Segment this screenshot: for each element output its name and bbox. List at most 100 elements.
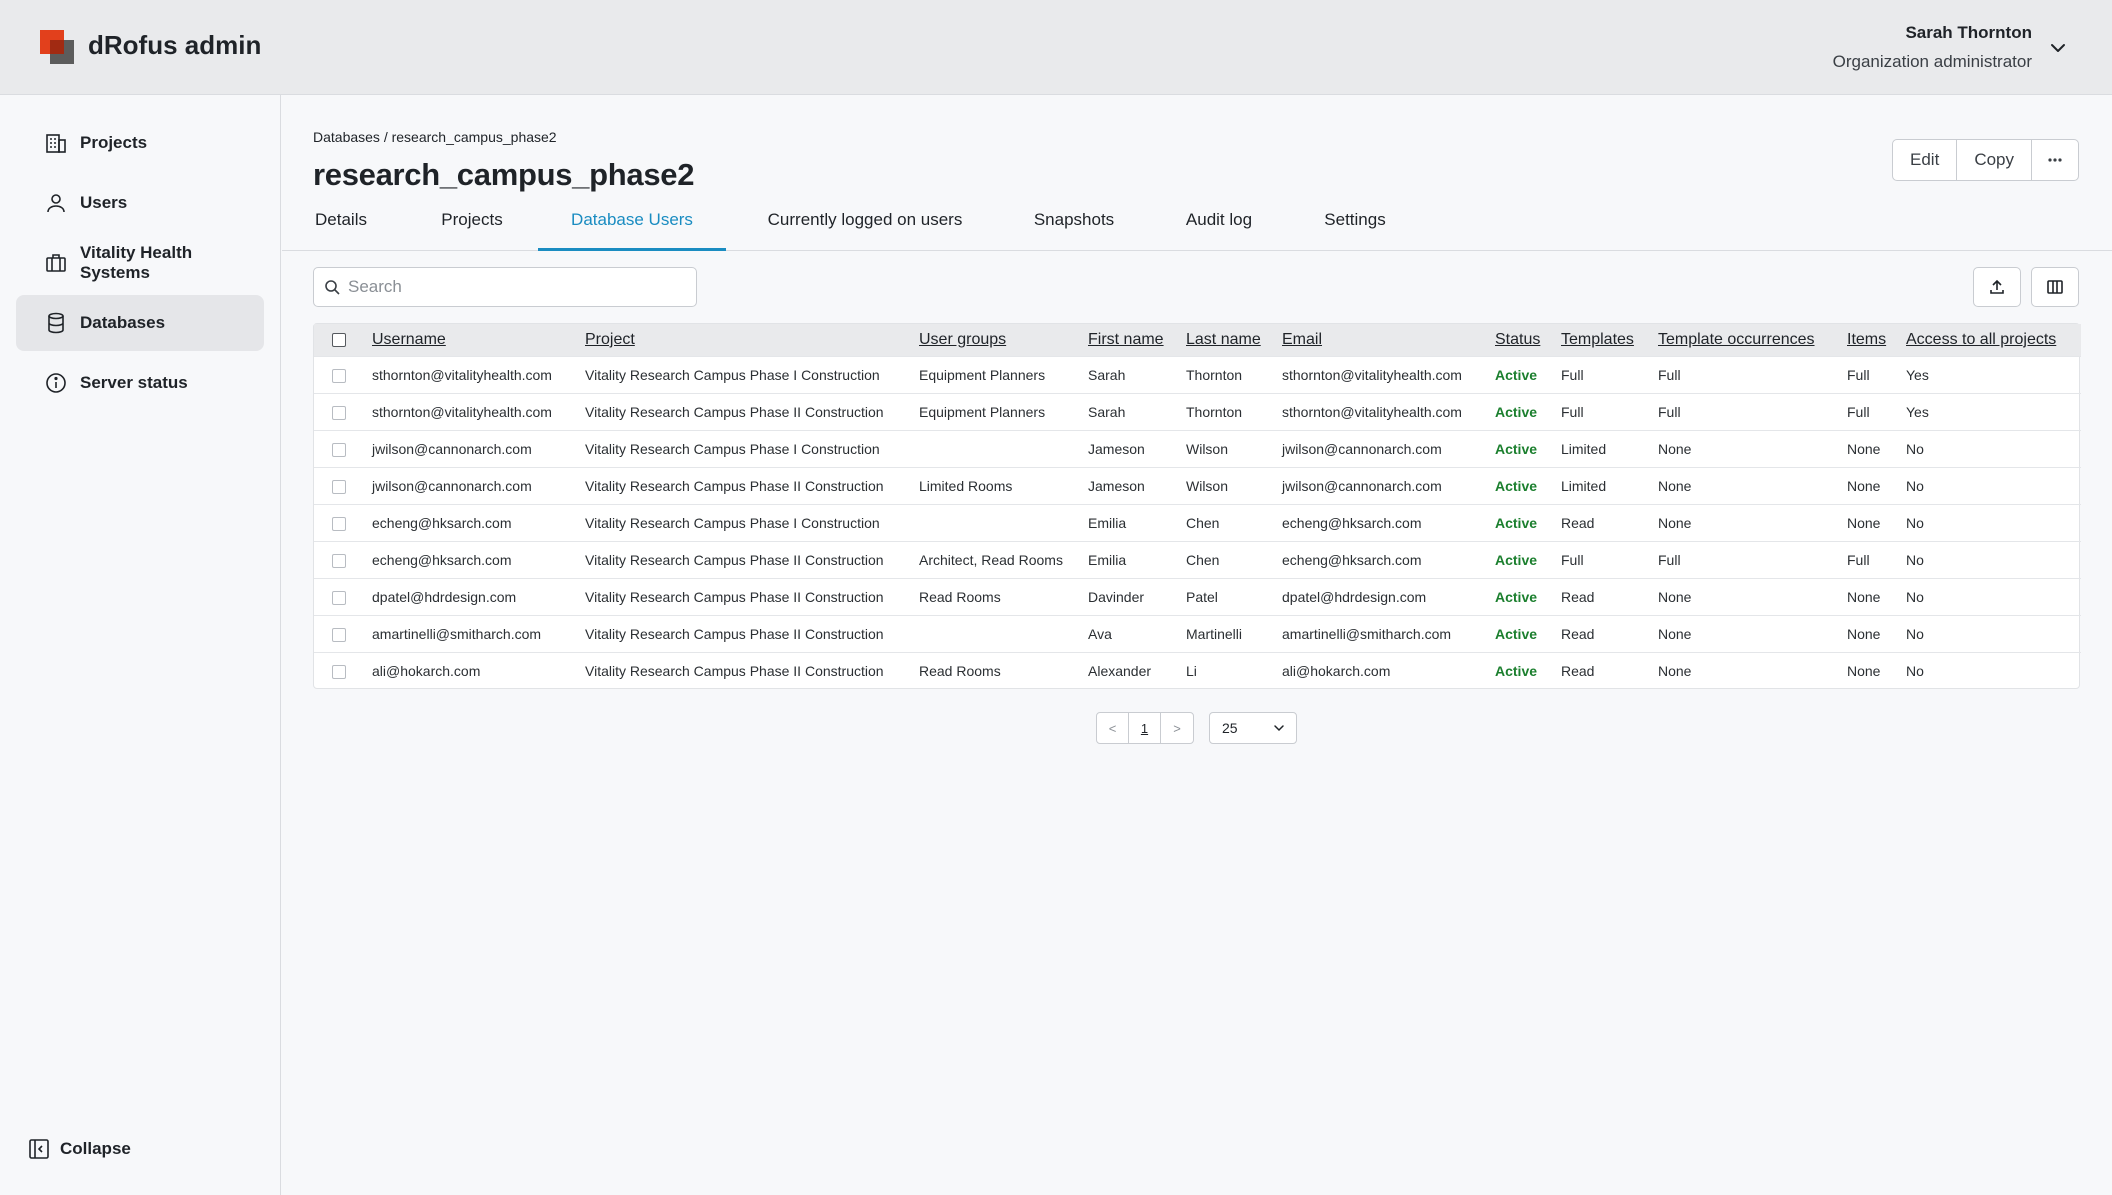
cell-username: dpatel@hdrdesign.com — [372, 588, 517, 605]
column-header-access-to-all-projects[interactable]: Access to all projects — [1898, 324, 2081, 356]
row-checkbox[interactable] — [332, 516, 346, 531]
row-checkbox[interactable] — [332, 368, 346, 383]
prev-page-button[interactable]: < — [1097, 713, 1129, 743]
cell-project: Vitality Research Campus Phase II Constr… — [585, 588, 884, 605]
page-size-select[interactable]: 25 — [1209, 712, 1297, 744]
table-row[interactable]: amartinelli@smitharch.com Vitality Resear… — [314, 615, 2081, 652]
breadcrumb[interactable]: Databases / research_campus_phase2 — [313, 129, 557, 145]
cell-items: None — [1847, 662, 1881, 679]
search-box[interactable] — [313, 267, 697, 307]
column-header-template-occurrences[interactable]: Template occurrences — [1650, 324, 1839, 356]
row-checkbox-cell — [314, 504, 364, 541]
row-checkbox[interactable] — [332, 442, 346, 457]
copy-button[interactable]: Copy — [1957, 140, 2032, 180]
cell-items: None — [1847, 588, 1881, 605]
column-header-items[interactable]: Items — [1839, 324, 1898, 356]
table-row[interactable]: sthornton@vitalityhealth.com Vitality Res… — [314, 356, 2081, 393]
sidebar-item-server-status[interactable]: Server status — [16, 355, 264, 411]
sidebar-item-label: Server status — [80, 373, 188, 392]
tab-currently-logged-on-users[interactable]: Currently logged on users — [763, 211, 967, 251]
briefcase-icon — [46, 254, 66, 272]
user-name[interactable]: Sarah Thornton — [1905, 23, 2032, 43]
export-button[interactable] — [1973, 267, 2021, 307]
cell-last-name: Wilson — [1186, 440, 1229, 457]
column-header-project[interactable]: Project — [577, 324, 911, 356]
cell-project: Vitality Research Campus Phase II Constr… — [585, 625, 884, 642]
row-checkbox[interactable] — [332, 590, 346, 605]
cell-template-occurrences: None — [1658, 440, 1692, 457]
cell-user-groups: Equipment Planners — [919, 366, 1046, 383]
sidebar-item-projects[interactable]: Projects — [16, 115, 264, 171]
cell-template-occurrences: None — [1658, 477, 1692, 494]
cell-template-occurrences: None — [1658, 588, 1692, 605]
sidebar-item-databases[interactable]: Databases — [16, 295, 264, 351]
cell-template-occurrences: Full — [1658, 366, 1681, 383]
cell-status: Active — [1495, 440, 1538, 457]
row-checkbox[interactable] — [332, 627, 346, 642]
cell-template-occurrences: None — [1658, 662, 1692, 679]
cell-username: echeng@hksarch.com — [372, 551, 512, 568]
cell-items: Full — [1847, 551, 1870, 568]
page-1-button[interactable]: 1 — [1129, 713, 1161, 743]
tab-details[interactable]: Details — [313, 211, 369, 251]
cell-items: None — [1847, 514, 1881, 531]
cell-status: Active — [1495, 403, 1538, 420]
cell-first-name: Alexander — [1088, 662, 1152, 679]
row-checkbox[interactable] — [332, 553, 346, 568]
cell-first-name: Ava — [1088, 625, 1112, 642]
cell-email: ali@hokarch.com — [1282, 662, 1391, 679]
edit-button[interactable]: Edit — [1893, 140, 1958, 180]
column-header-last-name[interactable]: Last name — [1178, 324, 1274, 356]
tab-settings[interactable]: Settings — [1322, 211, 1388, 251]
collapse-button[interactable]: Collapse — [28, 1138, 131, 1160]
sidebar-item-organization[interactable]: Vitality Health Systems — [16, 235, 264, 291]
sidebar-item-users[interactable]: Users — [16, 175, 264, 231]
tab-snapshots[interactable]: Snapshots — [1032, 211, 1116, 251]
column-header-user-groups[interactable]: User groups — [911, 324, 1080, 356]
row-checkbox[interactable] — [332, 405, 346, 420]
row-checkbox[interactable] — [332, 664, 346, 679]
cell-status: Active — [1495, 625, 1538, 642]
tab-database-users[interactable]: Database Users — [538, 211, 726, 251]
next-page-button[interactable]: > — [1161, 713, 1193, 743]
table-row[interactable]: jwilson@cannonarch.com Vitality Research … — [314, 467, 2081, 504]
more-options-button[interactable] — [2032, 140, 2078, 180]
tab-audit-log[interactable]: Audit log — [1182, 211, 1256, 251]
row-checkbox[interactable] — [332, 479, 346, 494]
column-header-email[interactable]: Email — [1274, 324, 1487, 356]
column-header-templates[interactable]: Templates — [1553, 324, 1650, 356]
cell-first-name: Emilia — [1088, 514, 1127, 531]
cell-username: jwilson@cannonarch.com — [372, 440, 532, 457]
cell-templates: Read — [1561, 625, 1595, 642]
tab-projects[interactable]: Projects — [437, 211, 507, 251]
row-checkbox-cell — [314, 393, 364, 430]
row-checkbox-cell — [314, 578, 364, 615]
table-row[interactable]: sthornton@vitalityhealth.com Vitality Res… — [314, 393, 2081, 430]
cell-access-to-all-projects: No — [1906, 514, 1924, 531]
table-row[interactable]: echeng@hksarch.com Vitality Research Camp… — [314, 504, 2081, 541]
cell-first-name: Davinder — [1088, 588, 1145, 605]
cell-user-groups: Read Rooms — [919, 588, 1001, 605]
cell-items: Full — [1847, 366, 1870, 383]
cell-project: Vitality Research Campus Phase II Constr… — [585, 477, 884, 494]
table-row[interactable]: ali@hokarch.com Vitality Research Campus … — [314, 652, 2081, 689]
collapse-sidebar-icon — [29, 1139, 49, 1159]
cell-access-to-all-projects: Yes — [1906, 403, 1929, 420]
sidebar-item-label: Databases — [80, 313, 166, 332]
cell-last-name: Thornton — [1186, 403, 1243, 420]
column-header-status[interactable]: Status — [1487, 324, 1553, 356]
table-row[interactable]: dpatel@hdrdesign.com Vitality Research Ca… — [314, 578, 2081, 615]
cell-last-name: Martinelli — [1186, 625, 1243, 642]
search-input[interactable] — [348, 277, 678, 297]
chevron-down-icon[interactable] — [2048, 38, 2068, 58]
table-row[interactable]: echeng@hksarch.com Vitality Research Camp… — [314, 541, 2081, 578]
action-group: Edit Copy — [1892, 139, 2079, 181]
cell-last-name: Li — [1186, 662, 1197, 679]
table-row[interactable]: jwilson@cannonarch.com Vitality Research … — [314, 430, 2081, 467]
select-all-checkbox[interactable] — [332, 332, 346, 347]
column-header-first-name[interactable]: First name — [1080, 324, 1178, 356]
column-settings-button[interactable] — [2031, 267, 2079, 307]
page-size-value: 25 — [1222, 720, 1238, 736]
sidebar-item-label: Vitality Health Systems — [80, 243, 193, 282]
column-header-username[interactable]: Username — [364, 324, 577, 356]
